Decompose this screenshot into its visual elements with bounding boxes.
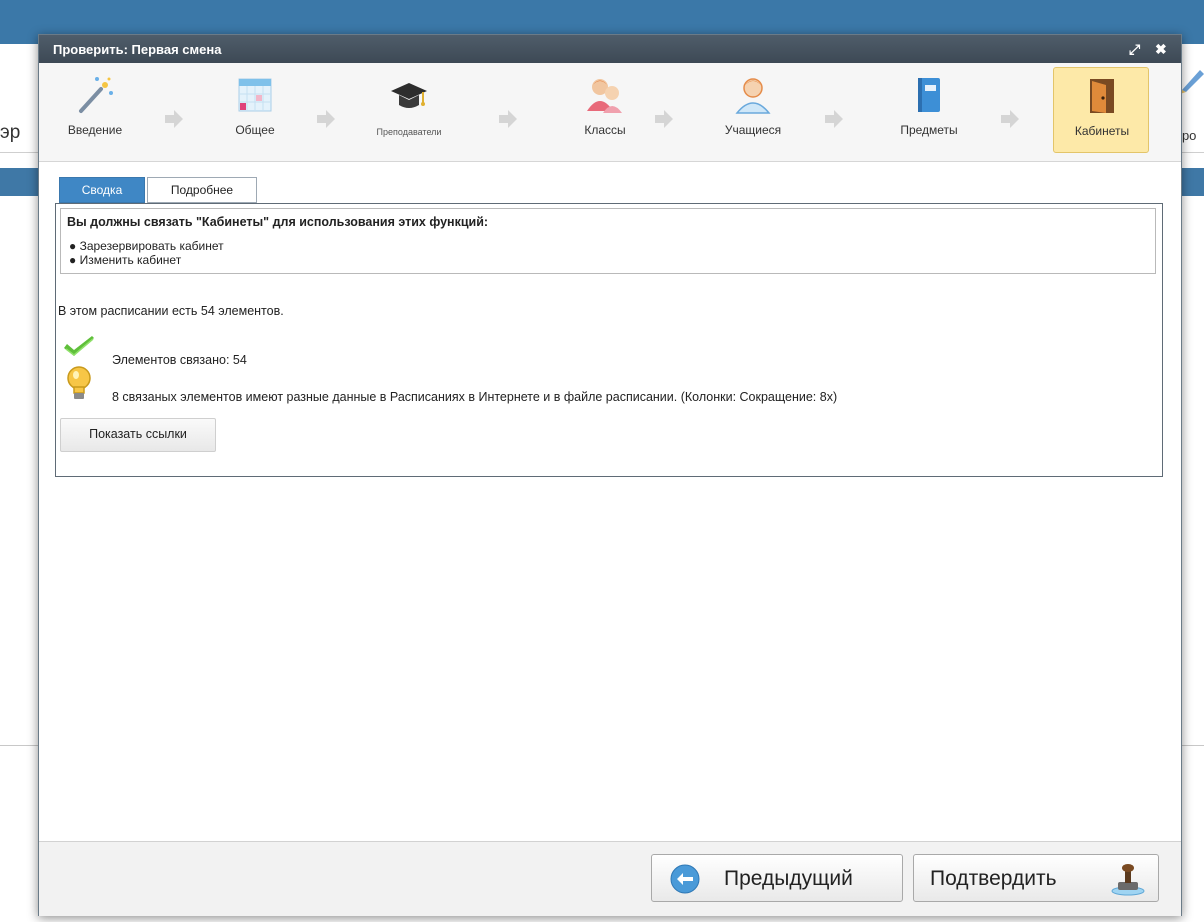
step-label: Введение <box>67 123 123 137</box>
close-icon[interactable]: ✖ <box>1155 39 1167 59</box>
app-toolbar-label-left: эр <box>0 122 21 143</box>
arrow-right-icon <box>1001 110 1019 128</box>
step-teachers[interactable]: Преподаватели <box>361 67 457 153</box>
summary-panel: Вы должны связать "Кабинеты" для использ… <box>55 203 1163 477</box>
step-label: Общее <box>235 123 275 137</box>
dialog-footer: Предыдущий Подтвердить <box>39 841 1181 916</box>
calendar-grid-icon <box>238 78 272 112</box>
step-subjects[interactable]: Предметы <box>881 67 977 153</box>
arrow-left-circle-icon <box>670 864 700 894</box>
previous-label: Предыдущий <box>724 867 853 890</box>
step-label: Преподаватели <box>376 127 442 137</box>
expand-icon[interactable]: ⤢ <box>1129 39 1140 59</box>
step-general[interactable]: Общее <box>207 67 303 153</box>
confirm-label: Подтвердить <box>930 867 1057 890</box>
step-introduction[interactable]: Введение <box>47 67 143 153</box>
step-students[interactable]: Учащиеся <box>705 67 801 153</box>
student-icon <box>735 78 771 114</box>
tab-summary[interactable]: Сводка <box>59 177 145 203</box>
confirm-button[interactable]: Подтвердить <box>913 854 1159 902</box>
arrow-right-icon <box>165 110 183 128</box>
linked-count-text: Элементов связано: 54 <box>112 353 247 367</box>
step-classes[interactable]: Классы <box>557 67 653 153</box>
arrow-right-icon <box>655 110 673 128</box>
dialog-titlebar: Проверить: Первая смена ⤢ ✖ <box>39 35 1181 63</box>
door-icon <box>1090 79 1114 113</box>
step-rooms[interactable]: Кабинеты <box>1053 67 1149 153</box>
checkmark-icon <box>64 336 94 356</box>
step-label: Классы <box>584 123 626 137</box>
magic-wand-icon <box>79 77 113 113</box>
step-label: Предметы <box>900 123 958 137</box>
students-group-icon <box>587 79 622 113</box>
previous-button[interactable]: Предыдущий <box>651 854 903 902</box>
book-icon <box>918 78 940 112</box>
dialog-title: Проверить: Первая смена <box>53 42 222 57</box>
arrow-right-icon <box>499 110 517 128</box>
graduation-cap-icon <box>391 83 427 108</box>
notice-title: Вы должны связать "Кабинеты" для использ… <box>67 215 489 229</box>
arrow-right-icon <box>317 110 335 128</box>
differences-text: 8 связаных элементов имеют разные данные… <box>112 390 838 404</box>
lightbulb-icon <box>67 366 91 399</box>
tab-details[interactable]: Подробнее <box>147 177 257 203</box>
step-label: Учащиеся <box>724 123 782 137</box>
wizard-steps: Введение Общее Преподаватели Классы Учащ… <box>39 63 1181 162</box>
link-required-notice: Вы должны связать "Кабинеты" для использ… <box>60 208 1156 274</box>
arrow-right-icon <box>825 110 843 128</box>
show-links-button[interactable]: Показать ссылки <box>60 418 216 452</box>
notice-item: ● Изменить кабинет <box>69 253 182 267</box>
notice-item: ● Зарезервировать кабинет <box>69 239 224 253</box>
check-dialog: Проверить: Первая смена ⤢ ✖ Введение Общ… <box>38 34 1182 916</box>
step-label: Кабинеты <box>1074 124 1130 138</box>
elements-count-text: В этом расписании есть 54 элементов. <box>58 304 284 318</box>
stamp-icon <box>1111 864 1145 896</box>
